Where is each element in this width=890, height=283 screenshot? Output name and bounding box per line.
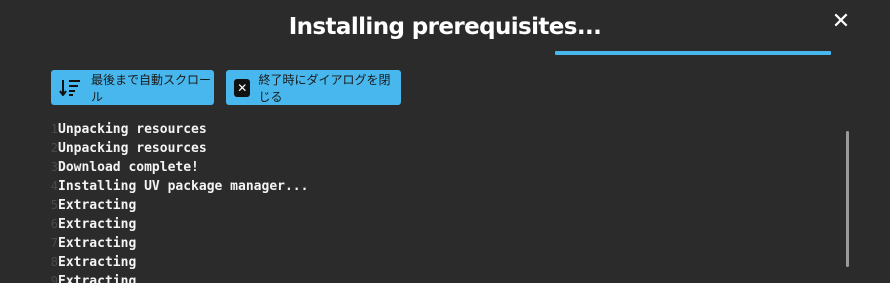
- dialog-title: Installing prerequisites...: [288, 14, 602, 40]
- log-line: 1 Unpacking resources: [44, 120, 834, 139]
- line-number: 8: [50, 255, 58, 269]
- log-line-text: Extracting: [58, 236, 137, 251]
- install-log[interactable]: 1 Unpacking resources 2 Unpacking resources…: [44, 120, 834, 283]
- autoscroll-label: 最後まで自動スクロール: [91, 72, 212, 104]
- close-button[interactable]: ✕: [828, 9, 854, 35]
- sort-descending-icon: [59, 78, 83, 98]
- line-number: 4: [50, 179, 58, 193]
- log-line-text: Extracting: [58, 217, 137, 232]
- autoscroll-toggle-button[interactable]: 最後まで自動スクロール: [51, 70, 214, 105]
- log-line-text: Installing UV package manager...: [58, 179, 309, 194]
- line-number: 1: [50, 122, 58, 136]
- close-icon: ✕: [831, 9, 851, 34]
- line-number: 9: [50, 274, 58, 283]
- log-line: 3 Download complete!: [44, 158, 834, 177]
- close-on-complete-toggle-button[interactable]: ✕ 終了時にダイアログを閉じる: [226, 70, 401, 105]
- log-line: 7 Extracting: [44, 234, 834, 253]
- line-number: 6: [50, 217, 58, 231]
- line-number: 5: [50, 198, 58, 212]
- log-line: 9 Extracting: [44, 272, 834, 283]
- log-scrollbar[interactable]: [846, 131, 849, 267]
- log-line: 6 Extracting: [44, 215, 834, 234]
- log-line: 4 Installing UV package manager...: [44, 177, 834, 196]
- line-number: 2: [50, 141, 58, 155]
- log-line: 2 Unpacking resources: [44, 139, 834, 158]
- log-line-text: Download complete!: [58, 160, 199, 175]
- checkbox-checked-icon: ✕: [234, 78, 251, 97]
- line-number: 7: [50, 236, 58, 250]
- log-line-text: Extracting: [58, 198, 137, 213]
- log-line-text: Unpacking resources: [58, 141, 207, 156]
- progress-bar: [555, 51, 831, 55]
- log-line: 8 Extracting: [44, 253, 834, 272]
- install-dialog: Installing prerequisites... ✕ 最後まで自動スクロー…: [0, 0, 890, 283]
- log-line-text: Extracting: [58, 274, 137, 283]
- log-line: 5 Extracting: [44, 196, 834, 215]
- log-line-text: Extracting: [58, 255, 137, 270]
- line-number: 3: [50, 160, 58, 174]
- progress-bar-fill: [555, 51, 831, 55]
- close-on-complete-label: 終了時にダイアログを閉じる: [258, 72, 391, 104]
- log-line-text: Unpacking resources: [58, 122, 207, 137]
